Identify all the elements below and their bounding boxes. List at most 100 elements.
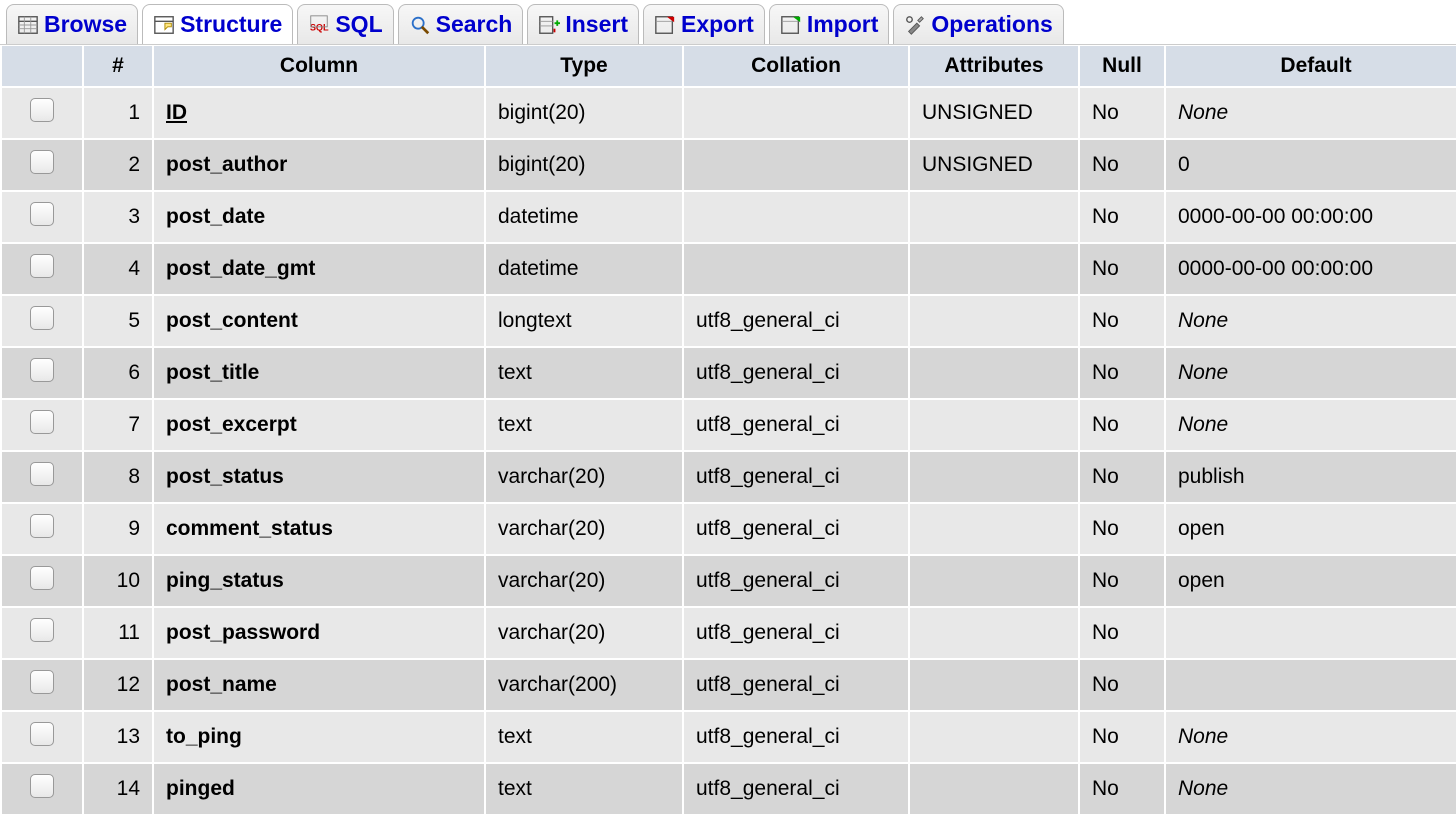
column-type: varchar(20) bbox=[486, 452, 682, 502]
column-name[interactable]: ID bbox=[154, 88, 484, 138]
row-checkbox[interactable] bbox=[30, 566, 54, 590]
row-checkbox[interactable] bbox=[30, 254, 54, 278]
row-checkbox[interactable] bbox=[30, 774, 54, 798]
tab-label: Export bbox=[681, 11, 754, 38]
tab-label: SQL bbox=[335, 11, 382, 38]
operations-icon bbox=[904, 14, 926, 36]
column-type: text bbox=[486, 764, 682, 814]
row-checkbox-cell bbox=[2, 556, 82, 606]
tab-structure[interactable]: Structure bbox=[142, 4, 293, 44]
import-icon bbox=[780, 14, 802, 36]
column-name[interactable]: post_excerpt bbox=[154, 400, 484, 450]
row-checkbox[interactable] bbox=[30, 306, 54, 330]
column-name[interactable]: pinged bbox=[154, 764, 484, 814]
column-name[interactable]: post_name bbox=[154, 660, 484, 710]
column-collation: utf8_general_ci bbox=[684, 556, 908, 606]
row-number: 8 bbox=[84, 452, 152, 502]
row-checkbox[interactable] bbox=[30, 462, 54, 486]
table-row: 2post_authorbigint(20)UNSIGNEDNo0 bbox=[2, 140, 1456, 190]
table-header-row: # Column Type Collation Attributes Null … bbox=[2, 46, 1456, 86]
header-num[interactable]: # bbox=[84, 46, 152, 86]
column-name[interactable]: post_date bbox=[154, 192, 484, 242]
column-collation: utf8_general_ci bbox=[684, 764, 908, 814]
column-name[interactable]: post_date_gmt bbox=[154, 244, 484, 294]
column-type: datetime bbox=[486, 244, 682, 294]
column-name[interactable]: post_author bbox=[154, 140, 484, 190]
row-checkbox-cell bbox=[2, 192, 82, 242]
column-name[interactable]: ping_status bbox=[154, 556, 484, 606]
tab-label: Import bbox=[807, 11, 879, 38]
tab-export[interactable]: Export bbox=[643, 4, 765, 44]
header-attributes[interactable]: Attributes bbox=[910, 46, 1078, 86]
column-type: varchar(20) bbox=[486, 556, 682, 606]
column-null: No bbox=[1080, 348, 1164, 398]
column-default: open bbox=[1166, 556, 1456, 606]
tab-import[interactable]: Import bbox=[769, 4, 890, 44]
column-attributes bbox=[910, 348, 1078, 398]
column-collation: utf8_general_ci bbox=[684, 608, 908, 658]
column-name[interactable]: post_title bbox=[154, 348, 484, 398]
header-collation[interactable]: Collation bbox=[684, 46, 908, 86]
row-checkbox-cell bbox=[2, 712, 82, 762]
column-null: No bbox=[1080, 764, 1164, 814]
column-name[interactable]: to_ping bbox=[154, 712, 484, 762]
column-default-value: open bbox=[1178, 569, 1225, 592]
column-name[interactable]: post_status bbox=[154, 452, 484, 502]
row-checkbox[interactable] bbox=[30, 514, 54, 538]
column-default-value: None bbox=[1178, 309, 1228, 332]
row-checkbox[interactable] bbox=[30, 618, 54, 642]
row-checkbox[interactable] bbox=[30, 670, 54, 694]
column-null: No bbox=[1080, 504, 1164, 554]
row-checkbox[interactable] bbox=[30, 358, 54, 382]
column-null: No bbox=[1080, 608, 1164, 658]
row-checkbox[interactable] bbox=[30, 722, 54, 746]
table-row: 14pingedtextutf8_general_ciNoNone bbox=[2, 764, 1456, 814]
row-number: 11 bbox=[84, 608, 152, 658]
row-checkbox[interactable] bbox=[30, 98, 54, 122]
column-type: bigint(20) bbox=[486, 140, 682, 190]
row-checkbox[interactable] bbox=[30, 150, 54, 174]
tab-label: Browse bbox=[44, 11, 127, 38]
structure-icon bbox=[153, 14, 175, 36]
row-number: 1 bbox=[84, 88, 152, 138]
tab-sql[interactable]: SQLSQL bbox=[297, 4, 393, 44]
tab-label: Structure bbox=[180, 11, 282, 38]
column-default: 0 bbox=[1166, 140, 1456, 190]
tab-browse[interactable]: Browse bbox=[6, 4, 138, 44]
column-attributes bbox=[910, 764, 1078, 814]
header-checkbox bbox=[2, 46, 82, 86]
column-default-value: None bbox=[1178, 361, 1228, 384]
header-null[interactable]: Null bbox=[1080, 46, 1164, 86]
column-type: bigint(20) bbox=[486, 88, 682, 138]
row-checkbox-cell bbox=[2, 296, 82, 346]
column-default-value: publish bbox=[1178, 465, 1245, 488]
row-checkbox-cell bbox=[2, 140, 82, 190]
header-column[interactable]: Column bbox=[154, 46, 484, 86]
column-attributes bbox=[910, 608, 1078, 658]
table-row: 1IDbigint(20)UNSIGNEDNoNone bbox=[2, 88, 1456, 138]
row-number: 10 bbox=[84, 556, 152, 606]
tab-operations[interactable]: Operations bbox=[893, 4, 1063, 44]
column-attributes bbox=[910, 244, 1078, 294]
row-number: 12 bbox=[84, 660, 152, 710]
tab-search[interactable]: Search bbox=[398, 4, 524, 44]
table-row: 5post_contentlongtextutf8_general_ciNoNo… bbox=[2, 296, 1456, 346]
column-default: None bbox=[1166, 400, 1456, 450]
tab-label: Search bbox=[436, 11, 513, 38]
header-default[interactable]: Default bbox=[1166, 46, 1456, 86]
row-checkbox[interactable] bbox=[30, 202, 54, 226]
column-default: publish bbox=[1166, 452, 1456, 502]
insert-icon bbox=[538, 14, 560, 36]
row-checkbox[interactable] bbox=[30, 410, 54, 434]
column-collation bbox=[684, 244, 908, 294]
header-type[interactable]: Type bbox=[486, 46, 682, 86]
column-name[interactable]: comment_status bbox=[154, 504, 484, 554]
column-type: longtext bbox=[486, 296, 682, 346]
column-name[interactable]: post_content bbox=[154, 296, 484, 346]
row-number: 4 bbox=[84, 244, 152, 294]
row-checkbox-cell bbox=[2, 244, 82, 294]
column-name[interactable]: post_password bbox=[154, 608, 484, 658]
column-default-value: None bbox=[1178, 777, 1228, 800]
row-number: 13 bbox=[84, 712, 152, 762]
tab-insert[interactable]: Insert bbox=[527, 4, 639, 44]
